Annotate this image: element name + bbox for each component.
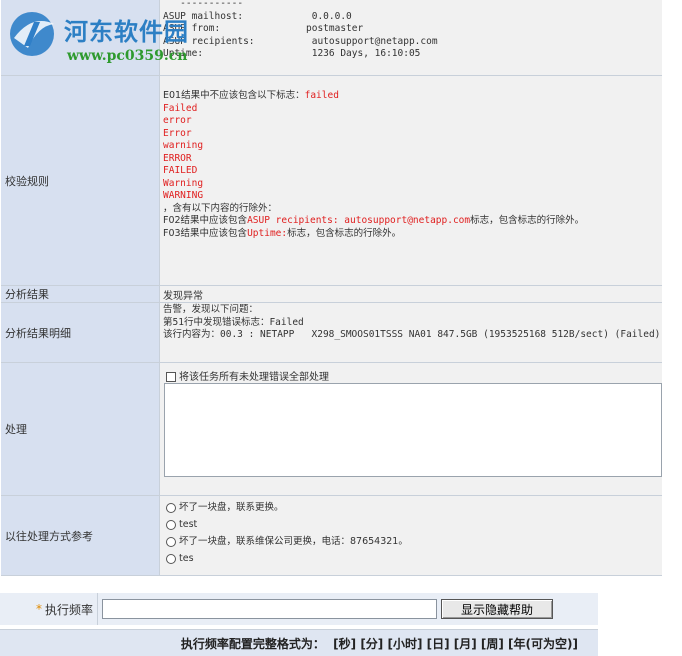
history-option-1[interactable]: test [166,516,662,533]
frequency-format-text: 执行频率配置完整格式为： [秒] [分] [小时] [日] [月] [周] [年… [180,636,578,651]
frequency-input[interactable] [102,599,437,619]
flag-4: ERROR [163,152,192,164]
detail-value: 告警，发现以下问题： 第51行中发现错误标志：Failed 该行内容为：00.3… [160,303,662,362]
site-logo-url: www.pc0359.cn [67,48,188,64]
flag-7: WARNING [163,190,204,201]
frequency-label: * 执行频率 [0,593,98,625]
history-label: 以往处理方式参考 [1,496,160,575]
site-logo-title: 河东软件园 [64,17,189,46]
flag-2: Error [163,127,192,139]
handle-label: 处理 [1,363,160,495]
history-radio-0[interactable] [166,502,176,513]
rule-f03: F03结果中应该包含Uptime:标志，包含标志的行除外。 [163,227,402,239]
rule-e01: E01结果中不应该包含以下标志：failed [163,90,339,101]
detail-line-3: 该行内容为：00.3 : NETAPP X298_SMOOS01TSSS NA0… [163,329,661,340]
detail-line-1: 告警，发现以下问题： [163,304,259,315]
detail-row: 分析结果明细 告警，发现以下问题： 第51行中发现错误标志：Failed 该行内… [1,303,662,363]
required-star: * [35,602,42,616]
handle-checkbox-wrap[interactable]: 将该任务所有未处理错误全部处理 [166,368,329,383]
rule-exclude-note: ，含有以下内容的行除外： [163,202,278,214]
rules-label: 校验规则 [1,76,160,285]
info-line-3: ASUP recipients: autosupport@netapp.com [163,35,438,47]
flag-0: Failed [163,102,198,114]
flag-1: error [163,115,192,126]
history-value: 坏了一块盘，联系更换。 test 坏了一块盘，联系维保公司更换，电话：87654… [160,496,662,575]
handle-all-checkbox[interactable] [166,372,176,382]
rule-f02: F02结果中应该包含ASUP recipients: autosupport@n… [163,215,585,226]
frequency-format-help: 执行频率配置完整格式为： [秒] [分] [小时] [日] [月] [周] [年… [0,629,598,656]
history-row: 以往处理方式参考 坏了一块盘，联系更换。 test 坏了一块盘，联系维保公司更换… [1,496,662,576]
frequency-row: * 执行频率 显示隐藏帮助 [0,593,598,625]
site-logo-icon [10,12,54,56]
analysis-label: 分析结果 [1,286,160,302]
flag-3: warning [163,140,204,151]
analysis-result: 发现异常 [163,290,203,302]
analysis-row: 分析结果 发现异常 [1,286,662,303]
info-row-value: ----------- ASUP mailhost: 0.0.0.0 ASUP … [160,0,662,75]
rules-row: 校验规则 E01结果中不应该包含以下标志：failed Failed error… [1,76,662,286]
detail-line-2: 第51行中发现错误标志：Failed [163,316,304,328]
handle-row: 处理 将该任务所有未处理错误全部处理 [1,363,662,496]
toggle-help-button[interactable]: 显示隐藏帮助 [441,599,553,619]
history-option-3[interactable]: tes [166,550,662,567]
handle-textarea[interactable] [164,383,662,477]
frequency-label-text: 执行频率 [44,602,93,617]
history-radio-3[interactable] [166,553,176,564]
history-radio-2[interactable] [166,536,176,547]
detail-label: 分析结果明细 [1,303,160,362]
history-radio-1[interactable] [166,519,176,530]
rules-value: E01结果中不应该包含以下标志：failed Failed error Erro… [160,76,662,285]
info-line-2: ASUP from: postmaster [163,23,364,34]
history-option-2[interactable]: 坏了一块盘，联系维保公司更换，电话：87654321。 [166,533,662,550]
handle-value: 将该任务所有未处理错误全部处理 [160,363,662,495]
info-line-0: ----------- [163,0,244,9]
flag-5: FAILED [163,165,198,176]
history-option-0[interactable]: 坏了一块盘，联系更换。 [166,499,662,516]
flag-6: Warning [163,177,204,189]
info-line-1: ASUP mailhost: 0.0.0.0 [163,10,352,22]
analysis-value: 发现异常 [160,286,662,302]
info-line-4: Uptime: 1236 Days, 16:10:05 [163,48,421,59]
handle-all-checkbox-label: 将该任务所有未处理错误全部处理 [179,372,329,383]
